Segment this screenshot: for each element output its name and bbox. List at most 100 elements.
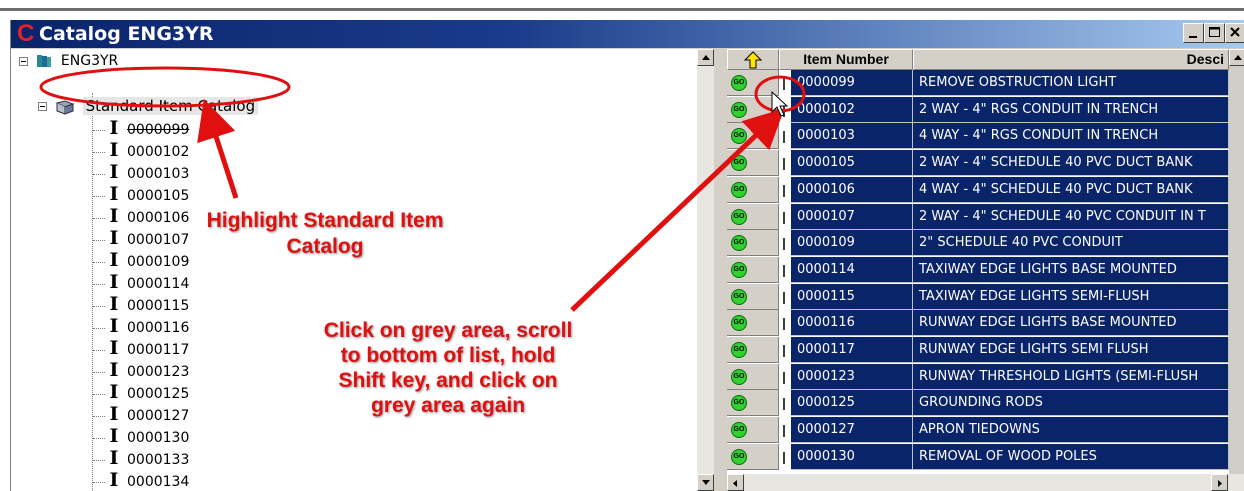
table-row[interactable]: GO 0000115 TAXIWAY EDGE LIGHTS SEMI-FLUSH [727,283,1229,310]
row-selector-grey-area[interactable]: GO [727,310,779,337]
table-row[interactable]: GO 0000123 RUNWAY THRESHOLD LIGHTS (SEMI-F… [727,363,1229,390]
row-selector-grey-area[interactable]: GO [727,337,779,363]
collapse-icon[interactable] [19,56,28,66]
description-cell[interactable]: RUNWAY EDGE LIGHTS BASE MOUNTED [913,310,1229,337]
go-icon[interactable]: GO [731,395,747,412]
tree-item[interactable]: I 0000103 [93,163,189,182]
grid-scroll-right-button[interactable] [1211,474,1228,491]
tree-item[interactable]: I 0000102 [93,141,189,160]
table-row[interactable]: GO 0000130 REMOVAL OF WOOD POLES [727,443,1229,470]
tree-item[interactable]: I 0000109 [93,251,189,270]
table-row[interactable]: GO 0000103 4 WAY - 4" RGS CONDUIT IN TRENC… [727,123,1229,150]
tree-item[interactable]: I 0000116 [93,317,189,336]
tree-item[interactable]: I 0000133 [93,449,189,468]
description-cell[interactable]: TAXIWAY EDGE LIGHTS BASE MOUNTED [913,256,1229,283]
table-row[interactable]: GO 0000117 RUNWAY EDGE LIGHTS SEMI FLUSH [727,337,1229,363]
column-header-description[interactable]: Desci [913,49,1229,70]
go-icon[interactable]: GO [731,101,747,118]
tree-item[interactable]: I 0000107 [93,229,189,248]
table-row[interactable]: GO 0000107 2 WAY - 4" SCHEDULE 40 PVC COND… [727,203,1229,230]
description-cell[interactable]: 2 WAY - 4" SCHEDULE 40 PVC DUCT BANK [913,150,1229,177]
row-selector-grey-area[interactable]: GO [727,443,779,470]
item-number-cell[interactable]: 0000106 [791,176,913,203]
item-number-cell[interactable]: 0000125 [791,390,913,417]
row-selector-grey-area[interactable]: GO [727,96,779,123]
grid-horizontal-scrollbar[interactable] [727,474,1244,491]
description-cell[interactable]: 4 WAY - 4" RGS CONDUIT IN TRENCH [913,123,1229,150]
item-number-cell[interactable]: 0000117 [791,337,913,363]
grid-vertical-scrollbar[interactable] [1229,49,1244,474]
tree-item[interactable]: I 0000123 [93,361,189,380]
tree-item[interactable]: I 0000127 [93,405,189,424]
tree-scroll-down-button[interactable] [697,474,714,491]
go-icon[interactable]: GO [731,288,747,305]
description-cell[interactable]: 4 WAY - 4" SCHEDULE 40 PVC DUCT BANK [913,176,1229,203]
item-number-cell[interactable]: 0000127 [791,417,913,444]
description-cell[interactable]: APRON TIEDOWNS [913,417,1229,444]
tree-item[interactable]: I 0000114 [93,273,189,292]
go-icon[interactable]: GO [731,181,747,198]
minimize-button[interactable] [1183,23,1204,43]
item-number-cell[interactable]: 0000107 [791,203,913,230]
item-number-cell[interactable]: 0000103 [791,123,913,150]
tree-item[interactable]: I 0000106 [93,207,189,226]
row-selector-grey-area[interactable]: GO [727,390,779,417]
table-row[interactable]: GO 0000125 GROUNDING RODS [727,390,1229,417]
tree-item[interactable]: I 0000115 [93,295,189,314]
go-icon[interactable]: GO [731,128,747,145]
description-cell[interactable]: RUNWAY EDGE LIGHTS SEMI FLUSH [913,337,1229,363]
description-cell[interactable]: 2 WAY - 4" RGS CONDUIT IN TRENCH [913,96,1229,123]
table-row[interactable]: GO 0000102 2 WAY - 4" RGS CONDUIT IN TRENC… [727,96,1229,123]
row-selector-grey-area[interactable]: GO [727,230,779,257]
collapse-icon[interactable] [38,102,47,111]
row-selector-grey-area[interactable]: GO [727,256,779,283]
sort-up-button[interactable] [727,49,779,70]
item-number-cell[interactable]: 0000116 [791,310,913,337]
item-number-cell[interactable]: 0000105 [791,150,913,177]
tree-item[interactable]: I 0000130 [93,427,189,446]
tree-scrollbar[interactable] [697,49,714,491]
go-icon[interactable]: GO [731,208,747,225]
grid-scroll-up-button[interactable] [1229,49,1244,66]
tree-item[interactable]: I 0000134 [93,471,189,490]
description-cell[interactable]: GROUNDING RODS [913,390,1229,417]
row-selector-grey-area[interactable]: GO [727,363,779,390]
tree-scroll-up-button[interactable] [697,49,714,66]
description-cell[interactable]: 2" SCHEDULE 40 PVC CONDUIT [913,230,1229,257]
go-icon[interactable]: GO [731,342,747,358]
close-button[interactable] [1225,23,1244,43]
title-bar[interactable]: C Catalog ENG3YR [11,20,1244,48]
item-number-cell[interactable]: 0000114 [791,256,913,283]
item-number-cell[interactable]: 0000123 [791,363,913,390]
table-row[interactable]: GO 0000116 RUNWAY EDGE LIGHTS BASE MOUNTED [727,310,1229,337]
column-header-item-number[interactable]: Item Number [779,49,913,70]
description-cell[interactable]: 2 WAY - 4" SCHEDULE 40 PVC CONDUIT IN T [913,203,1229,230]
row-selector-grey-area[interactable]: GO [727,123,779,150]
catalog-tree[interactable]: ENG3YR Standard Item Catalog I 0000099 I 00… [11,49,707,491]
maximize-button[interactable] [1204,23,1225,43]
table-row[interactable]: GO 0000105 2 WAY - 4" SCHEDULE 40 PVC DUCT… [727,150,1229,177]
go-icon[interactable]: GO [731,315,747,332]
tree-root-node[interactable]: ENG3YR [19,52,118,71]
tree-node-standard-item-catalog[interactable]: Standard Item Catalog [38,95,259,117]
item-number-cell[interactable]: 0000115 [791,283,913,310]
grid-scroll-left-button[interactable] [727,474,744,491]
row-selector-grey-area[interactable]: GO [727,283,779,310]
row-selector-grey-area[interactable]: GO [727,70,779,96]
go-icon[interactable]: GO [731,422,747,439]
go-icon[interactable]: GO [731,368,747,385]
tree-item[interactable]: I 0000125 [93,383,189,402]
row-selector-grey-area[interactable]: GO [727,203,779,230]
go-icon[interactable]: GO [731,155,747,172]
table-row[interactable]: GO 0000114 TAXIWAY EDGE LIGHTS BASE MOUNTE… [727,256,1229,283]
item-number-cell[interactable]: 0000102 [791,96,913,123]
go-icon[interactable]: GO [731,261,747,278]
go-icon[interactable]: GO [731,235,747,252]
table-row[interactable]: GO 0000106 4 WAY - 4" SCHEDULE 40 PVC DUCT… [727,176,1229,203]
pane-splitter[interactable] [714,49,727,491]
item-grid[interactable]: Item Number Desci GO 0000099 REMOVE OBSTRU… [727,49,1244,491]
tree-item[interactable]: I 0000117 [93,339,189,358]
table-row[interactable]: GO 0000099 REMOVE OBSTRUCTION LIGHT [727,70,1229,96]
row-selector-grey-area[interactable]: GO [727,176,779,203]
row-selector-grey-area[interactable]: GO [727,150,779,177]
